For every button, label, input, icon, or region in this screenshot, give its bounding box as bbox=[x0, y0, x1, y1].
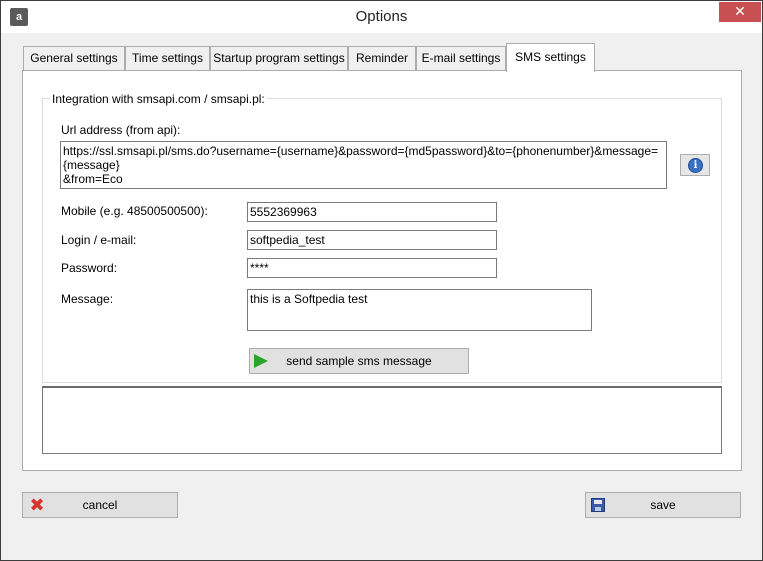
info-icon: i bbox=[688, 158, 703, 173]
window-content: General settings Time settings Startup p… bbox=[1, 33, 762, 560]
sms-log-area[interactable] bbox=[42, 386, 722, 454]
save-label: save bbox=[650, 498, 676, 512]
tab-startup-program-settings[interactable]: Startup program settings bbox=[210, 46, 348, 71]
password-input[interactable]: **** bbox=[247, 258, 497, 278]
group-title: Integration with smsapi.com / smsapi.pl: bbox=[50, 92, 267, 106]
tab-sms-settings[interactable]: SMS settings bbox=[506, 43, 595, 72]
info-button[interactable]: i bbox=[680, 154, 710, 176]
save-button[interactable]: save bbox=[585, 492, 741, 518]
mobile-label: Mobile (e.g. 48500500500): bbox=[61, 204, 208, 218]
message-label: Message: bbox=[61, 292, 114, 306]
title-bar[interactable]: a Options ✕ bbox=[1, 1, 762, 33]
url-address-input[interactable]: https://ssl.smsapi.pl/sms.do?username={u… bbox=[60, 141, 667, 189]
send-sample-sms-label: send sample sms message bbox=[286, 354, 432, 368]
close-button[interactable]: ✕ bbox=[719, 2, 761, 22]
password-label: Password: bbox=[61, 261, 118, 275]
sms-settings-panel: Integration with smsapi.com / smsapi.pl:… bbox=[22, 70, 742, 471]
tab-email-settings[interactable]: E-mail settings bbox=[416, 46, 506, 71]
login-label: Login / e-mail: bbox=[61, 233, 137, 247]
cancel-label: cancel bbox=[82, 498, 118, 512]
send-sample-sms-button[interactable]: send sample sms message bbox=[249, 348, 469, 374]
tab-reminder[interactable]: Reminder bbox=[348, 46, 416, 71]
cancel-button[interactable]: ✖ cancel bbox=[22, 492, 178, 518]
window-title: Options bbox=[355, 8, 408, 25]
login-input[interactable]: softpedia_test bbox=[247, 230, 497, 250]
options-window: a Options ✕ General settings Time settin… bbox=[0, 0, 763, 561]
message-input[interactable]: this is a Softpedia test bbox=[247, 289, 592, 331]
tab-general-settings[interactable]: General settings bbox=[23, 46, 125, 71]
tab-time-settings[interactable]: Time settings bbox=[125, 46, 210, 71]
mobile-input[interactable]: 5552369963 bbox=[247, 202, 497, 222]
url-label: Url address (from api): bbox=[61, 123, 181, 137]
smsapi-groupbox: Integration with smsapi.com / smsapi.pl:… bbox=[42, 92, 722, 383]
